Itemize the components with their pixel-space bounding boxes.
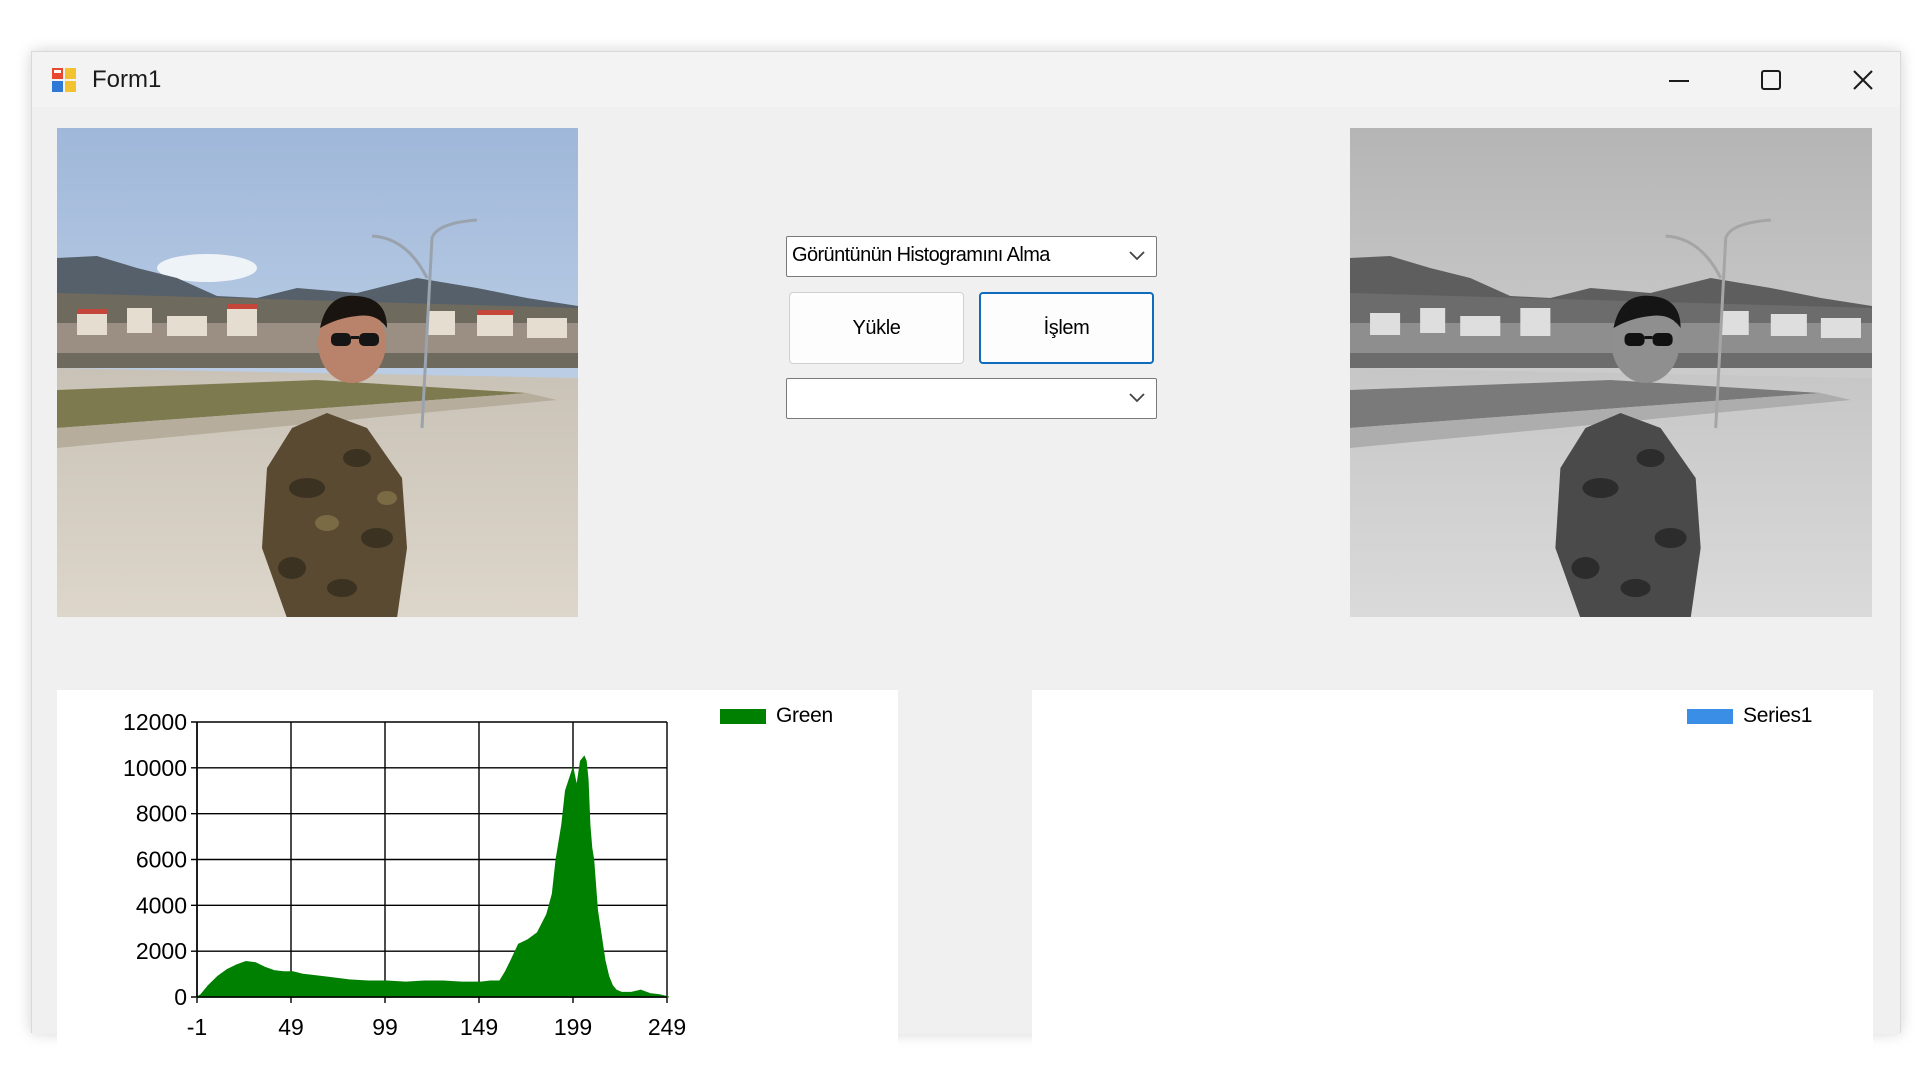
histogram-chart-series1: Series1 xyxy=(1032,690,1873,1066)
y-tick-label: 10000 xyxy=(123,755,187,781)
x-tick-label: 149 xyxy=(460,1014,498,1040)
maximize-button[interactable] xyxy=(1725,52,1817,107)
y-tick-label: 6000 xyxy=(136,847,187,873)
legend-swatch-green xyxy=(720,708,766,724)
histogram-plot: 0 2000 4000 6000 8000 10000 12000 -1 49 99 149 199 2… xyxy=(123,709,686,1040)
y-tick-label: 4000 xyxy=(136,892,187,918)
y-tick-label: 0 xyxy=(174,984,187,1010)
y-tick-label: 8000 xyxy=(136,801,187,827)
operation-combobox-value: Görüntünün Histogramını Alma xyxy=(792,244,1050,266)
minimize-icon xyxy=(1669,79,1689,82)
title-bar[interactable]: Form1 xyxy=(32,52,1900,107)
y-tick-label: 12000 xyxy=(123,709,187,735)
close-icon xyxy=(1853,69,1873,90)
grayscale-photo xyxy=(1350,128,1872,617)
x-tick-label: -1 xyxy=(187,1014,207,1040)
chart-legend: Green xyxy=(720,704,833,728)
channel-combobox[interactable] xyxy=(786,378,1157,419)
x-tick-label: 199 xyxy=(554,1014,592,1040)
legend-label-series1: Series1 xyxy=(1743,704,1813,727)
histogram-chart-green: 0 2000 4000 6000 8000 10000 12000 -1 49 99 149 199 2… xyxy=(57,690,898,1066)
form-client-area: Görüntünün Histogramını Alma Yükle İşlem… xyxy=(32,107,1900,1066)
maximize-icon xyxy=(1761,69,1781,90)
processed-picture-box xyxy=(1350,128,1872,617)
main-window: Form1 Görüntünün Histogramını Alma Yükle… xyxy=(31,51,1901,1066)
legend-swatch-series1 xyxy=(1687,708,1733,724)
process-button[interactable]: İşlem xyxy=(979,292,1154,364)
operation-combobox[interactable]: Görüntünün Histogramını Alma xyxy=(786,236,1157,277)
app-form-icon xyxy=(51,67,77,93)
minimize-button[interactable] xyxy=(1633,52,1725,107)
original-photo xyxy=(57,128,578,617)
y-tick-label: 2000 xyxy=(136,938,187,964)
close-button[interactable] xyxy=(1817,52,1909,107)
x-tick-label: 249 xyxy=(648,1014,686,1040)
load-button[interactable]: Yükle xyxy=(789,292,964,364)
x-tick-label: 99 xyxy=(372,1014,398,1040)
window-title: Form1 xyxy=(92,66,162,93)
chart-legend: Series1 xyxy=(1687,704,1812,728)
chevron-down-icon xyxy=(1129,393,1145,403)
x-tick-label: 49 xyxy=(278,1014,304,1040)
original-picture-box xyxy=(57,128,578,617)
legend-label-green: Green xyxy=(776,704,833,727)
histogram-area-green xyxy=(195,755,669,998)
chevron-down-icon xyxy=(1129,251,1145,261)
